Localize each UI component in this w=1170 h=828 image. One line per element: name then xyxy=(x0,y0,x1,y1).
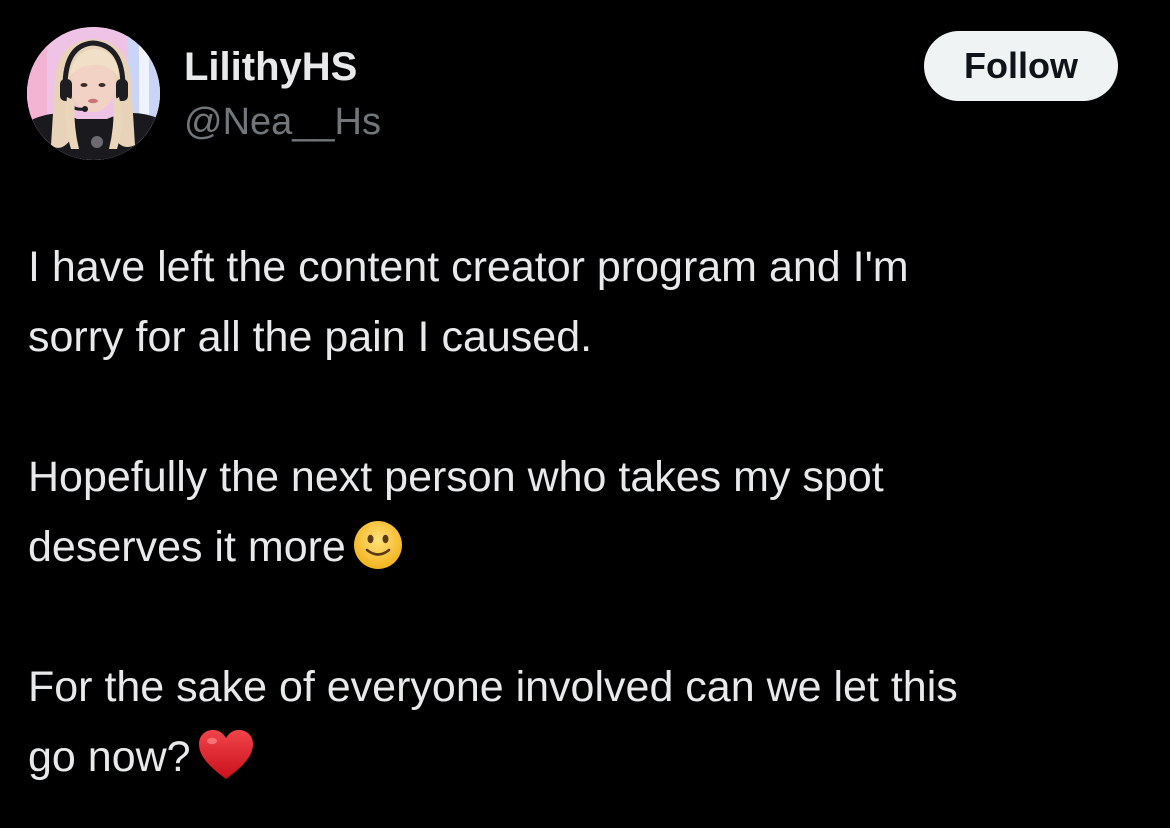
tweet-line: For the sake of everyone involved can we… xyxy=(28,663,958,711)
author-avatar[interactable] xyxy=(27,27,160,160)
tweet-line: go now? xyxy=(28,733,191,781)
red-heart-icon xyxy=(197,729,255,781)
author-handle[interactable]: @Nea__Hs xyxy=(184,98,381,146)
tweet-line: sorry for all the pain I caused. xyxy=(28,313,593,361)
tweet-paragraph: I have left the content creator program … xyxy=(28,232,1148,372)
follow-button[interactable]: Follow xyxy=(924,31,1118,101)
avatar-photo-icon xyxy=(27,27,160,160)
tweet-card: LilithyHS @Nea__Hs Follow I have left th… xyxy=(0,0,1170,828)
tweet-text: I have left the content creator program … xyxy=(28,232,1148,792)
tweet-line: I have left the content creator program … xyxy=(28,243,909,291)
author-display-name[interactable]: LilithyHS xyxy=(184,42,357,92)
tweet-line: deserves it more xyxy=(28,523,346,571)
tweet-paragraph: For the sake of everyone involved can we… xyxy=(28,652,1148,792)
slightly-smiling-face-icon xyxy=(352,519,404,571)
tweet-paragraph: Hopefully the next person who takes my s… xyxy=(28,442,1148,582)
tweet-line: Hopefully the next person who takes my s… xyxy=(28,453,884,501)
